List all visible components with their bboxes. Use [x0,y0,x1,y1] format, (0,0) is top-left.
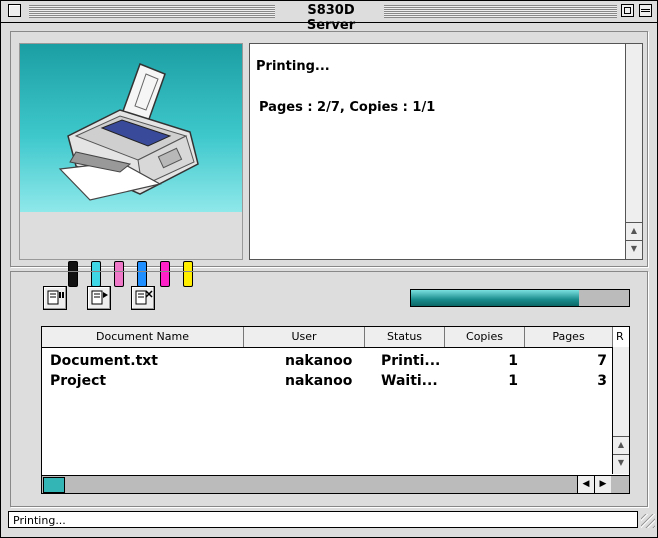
column-header-pages[interactable]: Pages [525,327,613,347]
column-header-copies[interactable]: Copies [445,327,525,347]
collapse-box[interactable] [639,4,652,17]
print-queue-table: Document Name User Status Copies Pages R… [41,326,630,494]
printer-icon [58,63,199,201]
resume-job-icon [91,290,108,305]
scroll-down-arrow-icon[interactable]: ▼ [613,454,629,471]
cell-user: nakanoo [285,373,353,389]
column-header-truncated[interactable]: R [613,327,629,347]
title-stripes-right [384,5,617,18]
table-row[interactable]: Document.txt nakanoo Printi... 1 7 [42,351,613,371]
title-stripes-left [29,5,275,18]
table-horizontal-scrollbar[interactable]: ◀ ▶ [42,475,629,493]
zoom-box[interactable] [621,4,634,17]
delete-job-button[interactable] [131,286,155,310]
pause-job-button[interactable] [43,286,67,310]
delete-job-icon [135,290,153,305]
status-message-title: Printing... [256,59,330,74]
status-message-pane: Printing... Pages : 2/7, Copies : 1/1 ▲ … [249,43,643,260]
title-bar[interactable]: S830D Server [1,1,657,33]
horizontal-scroll-thumb[interactable] [43,477,65,493]
scroll-up-arrow-icon[interactable]: ▲ [626,222,642,239]
cell-document-name: Document.txt [50,353,158,369]
column-header-user[interactable]: User [244,327,365,347]
scroll-up-arrow-icon[interactable]: ▲ [613,436,629,453]
cell-pages: 3 [597,373,607,389]
scroll-down-arrow-icon[interactable]: ▼ [626,240,642,257]
printer-status-pane [19,43,243,287]
cell-pages: 7 [597,353,607,369]
pages-copies-counter: Pages : 2/7, Copies : 1/1 [259,100,436,115]
cell-document-name: Project [50,373,107,389]
window-title: S830D Server [306,3,356,33]
scroll-left-arrow-icon[interactable]: ◀ [577,476,594,493]
cell-copies: 1 [508,353,518,369]
table-header: Document Name User Status Copies Pages R [42,327,624,348]
table-vertical-scrollbar[interactable]: ▲ ▼ [612,347,629,474]
cell-status: Waiti... [381,373,438,389]
table-row[interactable]: Project nakanoo Waiti... 1 3 [42,371,613,391]
column-header-status[interactable]: Status [365,327,445,347]
printer-image [20,44,242,212]
cell-copies: 1 [508,373,518,389]
scroll-right-arrow-icon[interactable]: ▶ [594,476,611,493]
pause-job-icon [47,290,64,305]
resume-job-button[interactable] [87,286,111,310]
cell-user: nakanoo [285,353,353,369]
print-progress-bar [410,289,630,307]
print-progress-fill [411,290,579,306]
cell-status: Printi... [381,353,441,369]
status-bar: Printing... [8,511,638,528]
resize-grip-icon[interactable] [641,514,655,528]
close-box[interactable] [8,4,21,17]
message-scrollbar[interactable]: ▲ ▼ [625,44,642,259]
column-header-document-name[interactable]: Document Name [42,327,244,347]
